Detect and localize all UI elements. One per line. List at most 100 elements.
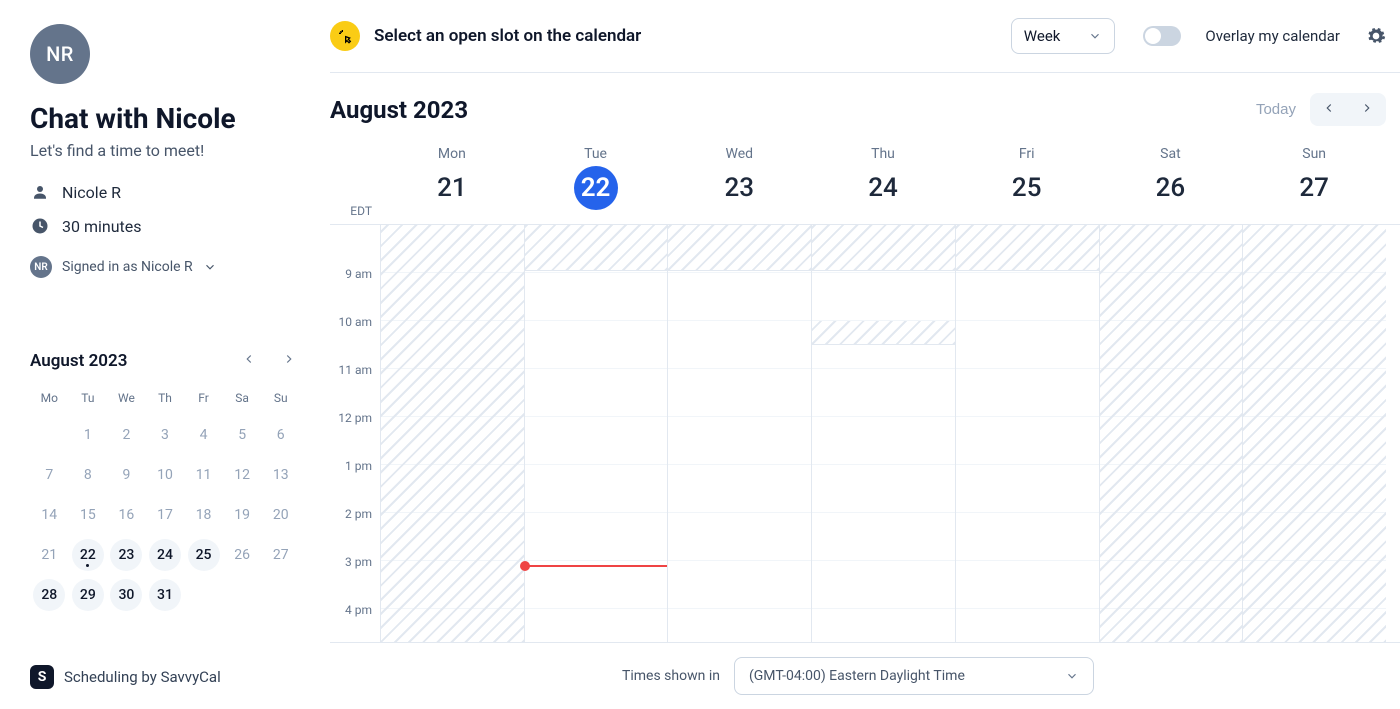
calendar-day-number: 23	[717, 166, 761, 210]
hour-label	[330, 224, 380, 267]
calendar-day-dow: Fri	[955, 146, 1099, 162]
mini-cal-day	[33, 419, 65, 451]
mini-cal-day[interactable]: 30	[110, 579, 142, 611]
hour-label: 1 pm	[330, 459, 380, 507]
calendar-day-column[interactable]	[811, 225, 955, 642]
prev-week-button[interactable]	[1310, 93, 1348, 126]
mini-cal-day: 13	[265, 459, 297, 491]
mini-cal-day: 2	[110, 419, 142, 451]
clock-icon	[30, 216, 50, 236]
today-button[interactable]: Today	[1256, 101, 1296, 118]
cursor-click-icon	[330, 21, 360, 51]
mini-cal-day[interactable]: 24	[149, 539, 181, 571]
mini-cal-day: 18	[188, 499, 220, 531]
overlay-toggle[interactable]	[1143, 26, 1181, 46]
month-title: August 2023	[330, 96, 468, 124]
busy-block	[1100, 225, 1243, 642]
brand-label: Scheduling by SavvyCal	[64, 668, 221, 686]
mini-cal-day: 3	[149, 419, 181, 451]
busy-block	[956, 225, 1099, 271]
mini-cal-day[interactable]: 28	[33, 579, 65, 611]
mini-cal-day[interactable]: 29	[72, 579, 104, 611]
savvycal-icon: S	[30, 665, 54, 689]
mini-cal-day: 6	[265, 419, 297, 451]
timezone-value: (GMT-04:00) Eastern Daylight Time	[749, 668, 965, 684]
mini-cal-title: August 2023	[30, 351, 127, 371]
page-title: Chat with Nicole	[30, 102, 300, 135]
hour-label: 4 pm	[330, 603, 380, 642]
mini-cal-day[interactable]: 23	[110, 539, 142, 571]
mini-cal-day: 26	[226, 539, 258, 571]
mini-cal-next-button[interactable]	[278, 348, 300, 373]
calendar-day-number: 22	[574, 166, 618, 210]
mini-cal-day: 11	[188, 459, 220, 491]
calendar-day-column[interactable]	[1099, 225, 1243, 642]
mini-cal-day[interactable]: 31	[149, 579, 181, 611]
mini-cal-prev-button[interactable]	[238, 348, 260, 373]
mini-cal-day: 7	[33, 459, 65, 491]
hour-label: 9 am	[330, 267, 380, 315]
mini-cal-day[interactable]: 22	[72, 539, 104, 571]
calendar-day-column[interactable]	[1242, 225, 1386, 642]
calendar-day-column[interactable]	[667, 225, 811, 642]
calendar-day-column[interactable]	[955, 225, 1099, 642]
mini-cal-day: 27	[265, 539, 297, 571]
timezone-selector[interactable]: (GMT-04:00) Eastern Daylight Time	[734, 657, 1094, 695]
person-icon	[30, 182, 50, 202]
view-selector-label: Week	[1024, 27, 1061, 45]
calendar-day-column[interactable]	[380, 225, 524, 642]
page-subtitle: Let's find a time to meet!	[30, 141, 300, 160]
host-name: Nicole R	[62, 183, 121, 202]
calendar-day-dow: Mon	[380, 146, 524, 162]
host-row: Nicole R	[30, 182, 300, 202]
calendar-day-dow: Sun	[1242, 146, 1386, 162]
calendar-day-header: Sun 27	[1242, 138, 1386, 224]
footer-label: Times shown in	[622, 668, 720, 684]
calendar-day-header: Sat26	[1099, 138, 1243, 224]
mini-cal-day	[188, 579, 220, 611]
calendar-day-header: Mon21	[380, 138, 524, 224]
brand-row[interactable]: S Scheduling by SavvyCal	[30, 665, 300, 689]
mini-cal-day: 19	[226, 499, 258, 531]
calendar-day-number: 24	[861, 166, 905, 210]
gear-icon[interactable]	[1366, 26, 1386, 46]
duration-row: 30 minutes	[30, 216, 300, 236]
mini-cal-day: 21	[33, 539, 65, 571]
busy-block	[812, 225, 955, 271]
calendar-day-dow: Sat	[1099, 146, 1243, 162]
hour-label: 10 am	[330, 315, 380, 363]
view-selector[interactable]: Week	[1011, 18, 1116, 54]
mini-cal-dow: Fr	[184, 387, 223, 413]
next-week-button[interactable]	[1348, 93, 1386, 126]
mini-cal-dow: Mo	[30, 387, 69, 413]
calendar-day-dow: Tue	[524, 146, 668, 162]
calendar-day-dow: Thu	[811, 146, 955, 162]
chevron-down-icon	[1065, 669, 1079, 683]
mini-cal-dow: Su	[261, 387, 300, 413]
calendar-day-header: Thu 24	[811, 138, 955, 224]
hour-label: 3 pm	[330, 555, 380, 603]
host-avatar: NR	[30, 24, 90, 84]
mini-cal-day[interactable]: 25	[188, 539, 220, 571]
mini-cal-day: 20	[265, 499, 297, 531]
mini-cal-day: 10	[149, 459, 181, 491]
user-avatar-small: NR	[30, 256, 52, 278]
signed-in-label: Signed in as Nicole R	[62, 259, 193, 275]
calendar-day-number: 27	[1292, 166, 1336, 210]
overlay-toggle-label: Overlay my calendar	[1205, 27, 1340, 45]
mini-cal-day: 16	[110, 499, 142, 531]
mini-cal-day: 17	[149, 499, 181, 531]
mini-cal-day: 1	[72, 419, 104, 451]
mini-cal-day: 14	[33, 499, 65, 531]
current-time-dot	[520, 561, 530, 571]
timezone-short-label: EDT	[330, 204, 380, 224]
busy-block	[812, 321, 955, 345]
mini-cal-dow: Th	[146, 387, 185, 413]
chevron-down-icon	[203, 260, 217, 274]
mini-cal-dow: We	[107, 387, 146, 413]
calendar-day-header: Wed23	[667, 138, 811, 224]
calendar-day-column[interactable]	[524, 225, 668, 642]
mini-cal-day	[226, 579, 258, 611]
signed-in-dropdown[interactable]: NR Signed in as Nicole R	[30, 256, 300, 278]
mini-cal-day	[265, 579, 297, 611]
